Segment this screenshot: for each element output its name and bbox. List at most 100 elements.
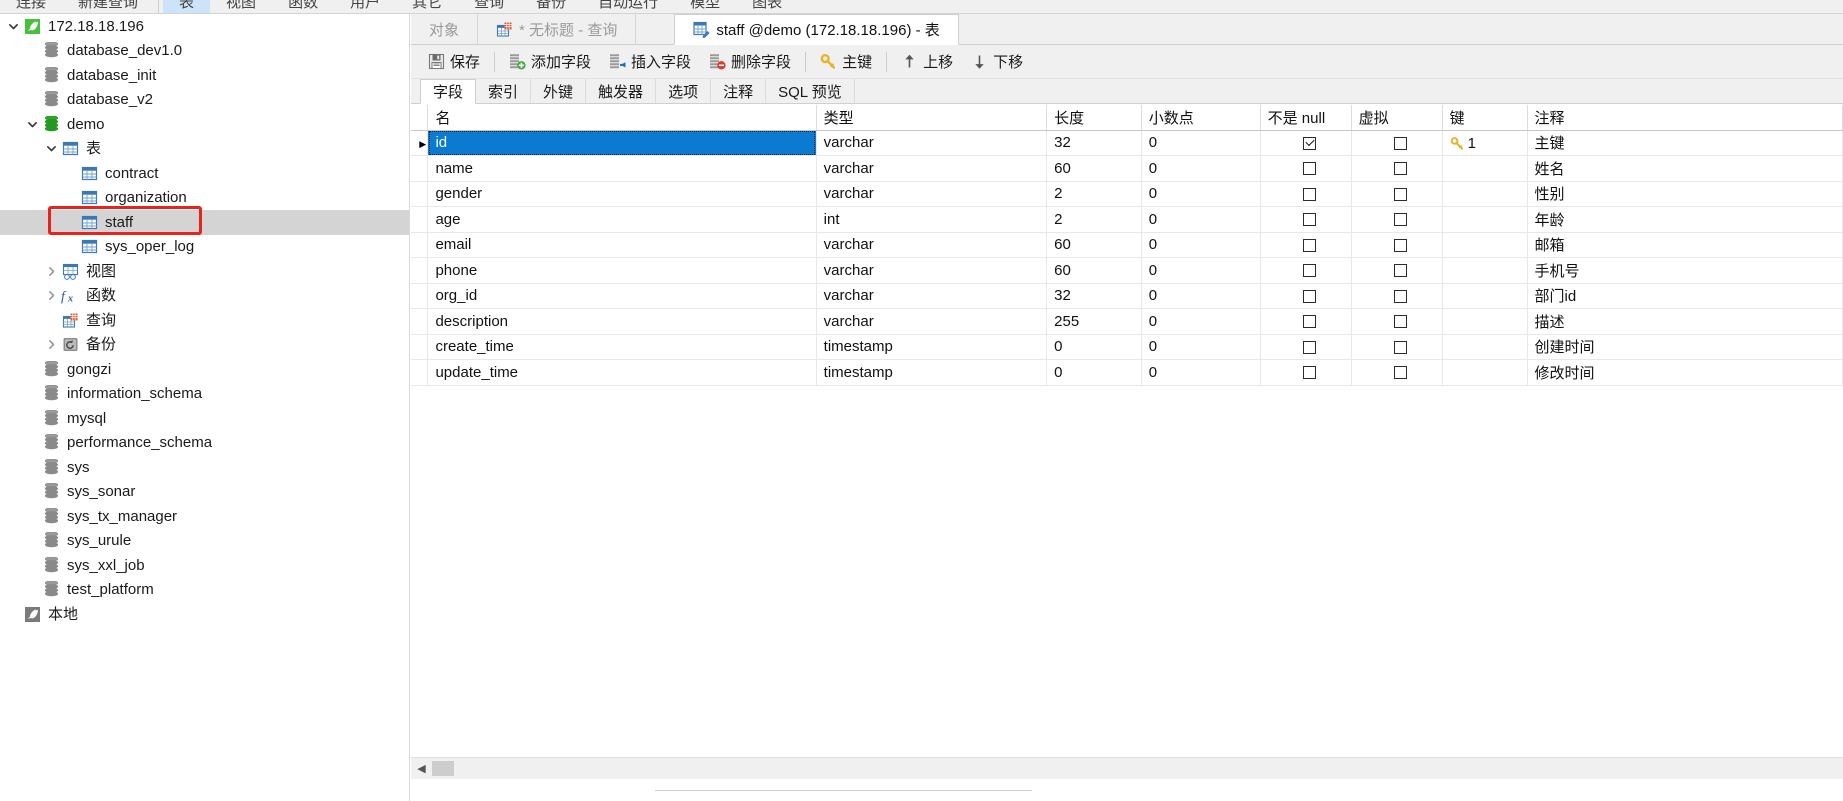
field-row[interactable]: ▶ id varchar 32 0 1 主键 xyxy=(411,130,1843,156)
field-row[interactable]: email varchar 60 0 邮箱 xyxy=(411,232,1843,258)
ribbon-item-2[interactable]: 表 xyxy=(163,0,211,13)
scrollbar-thumb[interactable] xyxy=(432,761,454,776)
field-virtual-checkbox[interactable] xyxy=(1351,155,1443,182)
table-designer-toolbar[interactable]: 保存 添加字段 插入字段 删除字段 主键 上移 下移 xyxy=(411,45,1843,79)
add-field-button[interactable]: 添加字段 xyxy=(500,48,600,76)
horizontal-scrollbar[interactable]: ◀ xyxy=(411,757,1843,779)
field-virtual-checkbox[interactable] xyxy=(1351,232,1443,258)
tree-item-172.18.18.196[interactable]: 172.18.18.196 xyxy=(0,14,409,39)
checkbox-icon[interactable] xyxy=(1302,136,1316,150)
column-header-type[interactable]: 类型 xyxy=(816,105,1048,131)
tree-item-gongzi[interactable]: gongzi xyxy=(0,357,409,382)
tree-item-sys_oper_log[interactable]: sys_oper_log xyxy=(0,235,409,260)
tree-item-[interactable]: f x 函数 xyxy=(0,284,409,309)
tree-item-performance_schema[interactable]: performance_schema xyxy=(0,431,409,456)
field-type-cell[interactable]: varchar xyxy=(816,257,1048,284)
column-header-comment[interactable]: 注释 xyxy=(1527,105,1843,131)
ribbon-item-1[interactable]: 新建查询 xyxy=(62,0,154,13)
chevron-right-icon[interactable] xyxy=(42,262,60,280)
field-type-cell[interactable]: varchar xyxy=(816,308,1048,335)
checkbox-icon[interactable] xyxy=(1393,264,1407,278)
checkbox-icon[interactable] xyxy=(1302,340,1316,354)
field-decimals-cell[interactable]: 0 xyxy=(1141,130,1261,156)
field-comment-cell[interactable]: 年龄 xyxy=(1527,206,1843,233)
checkbox-icon[interactable] xyxy=(1302,366,1316,380)
field-name-cell[interactable]: update_time xyxy=(427,359,817,386)
chevron-right-icon[interactable] xyxy=(42,287,60,305)
field-row[interactable]: description varchar 255 0 描述 xyxy=(411,308,1843,335)
field-length-cell[interactable]: 255 xyxy=(1046,308,1142,335)
field-virtual-checkbox[interactable] xyxy=(1351,257,1443,284)
field-name-cell[interactable]: email xyxy=(427,232,817,258)
row-marker-cell[interactable] xyxy=(411,283,429,309)
field-virtual-checkbox[interactable] xyxy=(1351,181,1443,207)
field-not-null-checkbox[interactable] xyxy=(1260,155,1352,182)
editor-tab-1[interactable]: * 无标题 - 查询 xyxy=(478,14,637,44)
move-up-button[interactable]: 上移 xyxy=(892,48,962,76)
column-header-not-null[interactable]: 不是 null xyxy=(1260,105,1352,131)
tree-item-sys_urule[interactable]: sys_urule xyxy=(0,529,409,554)
tree-item-sys[interactable]: sys xyxy=(0,455,409,480)
checkbox-icon[interactable] xyxy=(1302,264,1316,278)
ribbon-item-8[interactable]: 备份 xyxy=(520,0,582,13)
ribbon-item-9[interactable]: 自动运行 xyxy=(582,0,674,13)
field-name-cell[interactable]: create_time xyxy=(427,334,817,360)
tree-item-[interactable]: 本地 xyxy=(0,602,409,627)
field-row[interactable]: org_id varchar 32 0 部门id xyxy=(411,283,1843,309)
tree-item-sys_sonar[interactable]: sys_sonar xyxy=(0,480,409,505)
field-decimals-cell[interactable]: 0 xyxy=(1141,232,1261,258)
field-not-null-checkbox[interactable] xyxy=(1260,283,1352,309)
row-marker-cell[interactable] xyxy=(411,232,429,258)
save-button[interactable]: 保存 xyxy=(419,48,489,76)
tree-item-mysql[interactable]: mysql xyxy=(0,406,409,431)
column-header-virtual[interactable]: 虚拟 xyxy=(1351,105,1443,131)
field-type-cell[interactable]: varchar xyxy=(816,155,1048,182)
checkbox-icon[interactable] xyxy=(1393,213,1407,227)
subtab-6[interactable]: SQL 预览 xyxy=(766,79,855,103)
field-key-cell[interactable] xyxy=(1442,334,1528,360)
chevron-down-icon[interactable] xyxy=(4,17,22,35)
field-type-cell[interactable]: timestamp xyxy=(816,334,1048,360)
checkbox-icon[interactable] xyxy=(1393,162,1407,176)
field-comment-cell[interactable]: 性别 xyxy=(1527,181,1843,207)
field-virtual-checkbox[interactable] xyxy=(1351,359,1443,386)
tree-item-sys_tx_manager[interactable]: sys_tx_manager xyxy=(0,504,409,529)
field-decimals-cell[interactable]: 0 xyxy=(1141,334,1261,360)
checkbox-icon[interactable] xyxy=(1393,340,1407,354)
editor-tab-2[interactable]: staff @demo (172.18.18.196) - 表 xyxy=(674,14,959,45)
field-decimals-cell[interactable]: 0 xyxy=(1141,308,1261,335)
subtab-1[interactable]: 索引 xyxy=(476,79,532,103)
field-length-cell[interactable]: 0 xyxy=(1046,359,1142,386)
field-key-cell[interactable] xyxy=(1442,308,1528,335)
editor-tabbar[interactable]: 对象 * 无标题 - 查询 staff @demo (172.18.18.196) … xyxy=(411,14,1843,45)
column-header-length[interactable]: 长度 xyxy=(1046,105,1142,131)
insert-field-button[interactable]: 插入字段 xyxy=(600,48,700,76)
field-key-cell[interactable] xyxy=(1442,181,1528,207)
checkbox-icon[interactable] xyxy=(1393,289,1407,303)
tree-item-staff[interactable]: staff xyxy=(0,210,409,235)
tree-item-test_platform[interactable]: test_platform xyxy=(0,578,409,603)
field-decimals-cell[interactable]: 0 xyxy=(1141,257,1261,284)
field-key-cell[interactable] xyxy=(1442,206,1528,233)
field-row[interactable]: create_time timestamp 0 0 创建时间 xyxy=(411,334,1843,360)
chevron-down-icon[interactable] xyxy=(42,140,60,158)
ribbon-item-5[interactable]: 用户 xyxy=(334,0,396,13)
checkbox-icon[interactable] xyxy=(1302,315,1316,329)
checkbox-icon[interactable] xyxy=(1302,213,1316,227)
checkbox-icon[interactable] xyxy=(1302,289,1316,303)
field-row[interactable]: update_time timestamp 0 0 修改时间 xyxy=(411,359,1843,386)
ribbon-item-3[interactable]: 视图 xyxy=(210,0,272,13)
column-header-decimals[interactable]: 小数点 xyxy=(1141,105,1261,131)
tree-item-organization[interactable]: organization xyxy=(0,186,409,211)
field-type-cell[interactable]: varchar xyxy=(816,232,1048,258)
checkbox-icon[interactable] xyxy=(1302,238,1316,252)
tree-item-database_dev1.0[interactable]: database_dev1.0 xyxy=(0,39,409,64)
field-length-cell[interactable]: 0 xyxy=(1046,334,1142,360)
field-row[interactable]: gender varchar 2 0 性别 xyxy=(411,181,1843,207)
field-not-null-checkbox[interactable] xyxy=(1260,257,1352,284)
move-down-button[interactable]: 下移 xyxy=(962,48,1032,76)
designer-subtabs[interactable]: 字段 索引 外键 触发器 选项 注释 SQL 预览 xyxy=(411,79,1843,104)
ribbon-item-10[interactable]: 模型 xyxy=(674,0,736,13)
field-type-cell[interactable]: varchar xyxy=(816,130,1048,156)
field-type-cell[interactable]: int xyxy=(816,206,1048,233)
